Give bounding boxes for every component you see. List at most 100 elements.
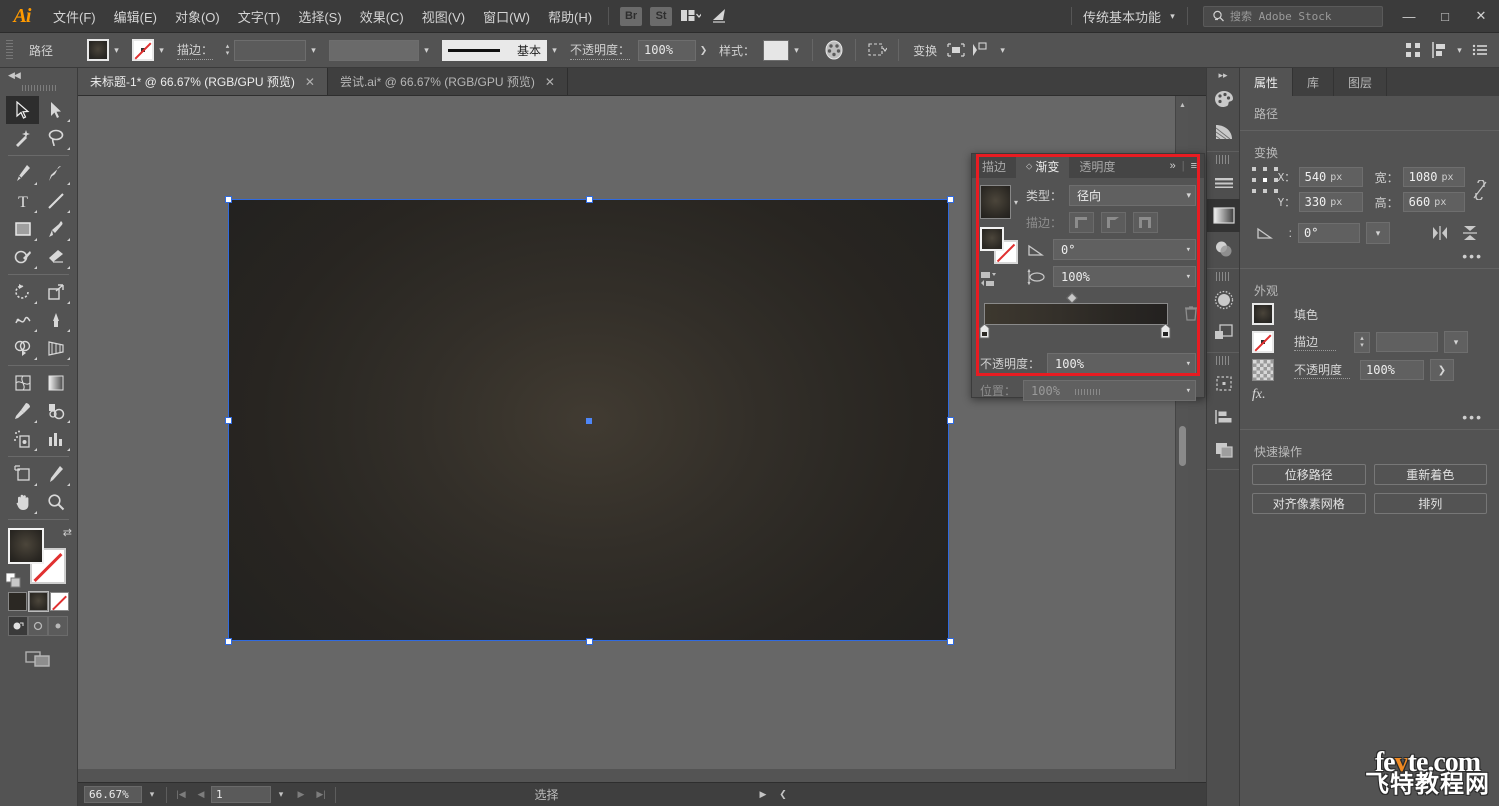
- menu-effect[interactable]: 效果(C): [351, 0, 413, 33]
- stroke-weight-input[interactable]: [234, 39, 307, 61]
- gradient-midpoint-stop[interactable]: [1066, 292, 1078, 304]
- appearance-fill-swatch[interactable]: [1252, 303, 1274, 325]
- drawing-mode-behind-button[interactable]: [28, 616, 48, 636]
- variable-width-chevron-down-icon[interactable]: ▾: [419, 39, 434, 61]
- selection-handle-middle-right[interactable]: [947, 417, 954, 424]
- graphic-styles-panel-icon[interactable]: [1207, 316, 1241, 349]
- free-transform-tool[interactable]: [39, 306, 72, 334]
- stroke-gradient-along-button[interactable]: [1101, 212, 1127, 233]
- selection-handle-top-right[interactable]: [947, 196, 954, 203]
- previous-artboard-icon[interactable]: ◀: [191, 786, 211, 803]
- zoom-chevron-down-icon[interactable]: ▾: [142, 786, 162, 803]
- height-input[interactable]: 660 px: [1402, 192, 1465, 212]
- status-resize-icon[interactable]: ❮: [773, 786, 793, 803]
- options-menu-icon[interactable]: [1467, 38, 1493, 62]
- document-tab-changshi[interactable]: 尝试.ai* @ 66.67% (RGB/GPU 预览) ✕: [327, 68, 568, 95]
- transform-panel-icon[interactable]: [1207, 367, 1241, 400]
- appearance-stroke-label[interactable]: 描边: [1294, 333, 1336, 351]
- canvas-horizontal-scrollbar[interactable]: [78, 769, 1188, 782]
- dock-collapse-icon[interactable]: ▸▸: [1207, 68, 1239, 82]
- color-mode-none-button[interactable]: [50, 592, 69, 611]
- gradient-stop-start[interactable]: [979, 324, 990, 339]
- stroke-weight-stepper[interactable]: ▴ ▾: [1354, 331, 1370, 353]
- shape-builder-tool[interactable]: [6, 334, 39, 362]
- toolbar-grip[interactable]: [20, 82, 57, 93]
- arrange-button[interactable]: 排列: [1373, 493, 1487, 514]
- tab-properties[interactable]: 属性: [1240, 68, 1294, 96]
- type-tool[interactable]: T: [6, 187, 39, 215]
- zoom-level-input[interactable]: 66.67%: [84, 786, 142, 803]
- zoom-tool[interactable]: [39, 488, 72, 516]
- menu-help[interactable]: 帮助(H): [539, 0, 601, 33]
- panel-menu-icon[interactable]: ≡: [1191, 160, 1197, 172]
- gradient-ramp-preview[interactable]: [984, 303, 1168, 325]
- dock-grip-1[interactable]: [1216, 155, 1230, 164]
- home-screen-icon[interactable]: [706, 8, 734, 24]
- gradient-slider[interactable]: [979, 292, 1198, 339]
- style-chevron-down-icon[interactable]: ▾: [789, 39, 804, 61]
- document-setup-chevron-down-icon[interactable]: ▾: [1452, 39, 1467, 61]
- gradient-preview-swatch[interactable]: [980, 185, 1011, 219]
- angle-chevron-down-icon[interactable]: ▾: [1366, 222, 1390, 244]
- search-adobe-stock-input[interactable]: 搜索 Adobe Stock: [1203, 5, 1383, 27]
- eraser-tool[interactable]: [39, 243, 72, 271]
- drawing-mode-inside-button[interactable]: [48, 616, 68, 636]
- stroke-weight-chevron-down-icon[interactable]: ▾: [1444, 331, 1468, 353]
- menu-select[interactable]: 选择(S): [289, 0, 350, 33]
- stroke-weight-chevron-down-icon[interactable]: ▾: [306, 39, 321, 61]
- menu-file[interactable]: 文件(F): [44, 0, 105, 33]
- window-minimize-button[interactable]: —: [1391, 4, 1427, 28]
- appearance-opacity-label[interactable]: 不透明度: [1294, 361, 1350, 379]
- isolate-chevron-down-icon[interactable]: ▾: [995, 39, 1010, 61]
- control-bar-grip[interactable]: [6, 40, 13, 60]
- artboard-number-input[interactable]: 1: [211, 786, 271, 803]
- tab-libraries[interactable]: 库: [1293, 68, 1335, 96]
- artboard-chevron-down-icon[interactable]: ▾: [271, 786, 291, 803]
- line-segment-tool[interactable]: [39, 187, 72, 215]
- status-menu-play-icon[interactable]: ▶: [753, 786, 773, 803]
- gradient-presets-chevron-down-icon[interactable]: ▾: [1014, 198, 1018, 207]
- recolor-button[interactable]: 重新着色: [1373, 464, 1487, 485]
- document-setup-icon[interactable]: [1426, 38, 1452, 62]
- blend-tool[interactable]: [39, 397, 72, 425]
- graphic-style-swatch[interactable]: [763, 39, 790, 61]
- selection-tool[interactable]: [6, 96, 39, 124]
- scroll-up-icon[interactable]: ▲: [1176, 98, 1188, 112]
- direct-selection-tool[interactable]: [39, 96, 72, 124]
- eyedropper-tool[interactable]: [6, 397, 39, 425]
- menu-object[interactable]: 对象(O): [166, 0, 229, 33]
- align-pixel-grid-button[interactable]: 对齐像素网格: [1252, 493, 1366, 514]
- slice-tool[interactable]: [39, 460, 72, 488]
- artboard-radial-gradient-rectangle[interactable]: [229, 200, 948, 640]
- close-icon[interactable]: ✕: [305, 75, 315, 89]
- menu-type[interactable]: 文字(T): [229, 0, 290, 33]
- gradient-angle-select[interactable]: 0° ▾: [1053, 239, 1196, 260]
- arrange-documents-icon[interactable]: [676, 9, 706, 23]
- drawing-mode-normal-button[interactable]: [8, 616, 28, 636]
- gradient-type-select[interactable]: 径向 ▾: [1069, 185, 1196, 206]
- appearance-opacity-input[interactable]: 100%: [1360, 360, 1424, 380]
- delete-stop-icon[interactable]: [1184, 305, 1198, 321]
- lock-aspect-ratio-icon[interactable]: [1473, 167, 1487, 213]
- tab-gradient[interactable]: ⬦ 渐变: [1016, 154, 1070, 178]
- x-input[interactable]: 540 px: [1298, 167, 1363, 187]
- gradient-panel-icon[interactable]: [1207, 199, 1241, 232]
- opacity-input[interactable]: 100%: [638, 39, 697, 61]
- y-input[interactable]: 330 px: [1298, 192, 1363, 212]
- appearance-more-options-icon[interactable]: •••: [1462, 409, 1483, 425]
- default-fill-stroke-icon[interactable]: [6, 573, 21, 588]
- add-effect-fx-button[interactable]: fx.: [1252, 387, 1266, 403]
- paintbrush-tool[interactable]: [39, 215, 72, 243]
- opacity-label[interactable]: 不透明度：: [570, 41, 631, 60]
- stock-button[interactable]: St: [650, 6, 673, 26]
- gradient-fill-swatch[interactable]: [980, 227, 1004, 251]
- pen-tool[interactable]: [6, 159, 39, 187]
- tab-transparency[interactable]: 透明度: [1069, 154, 1125, 178]
- appearance-stroke-swatch[interactable]: [1252, 331, 1274, 353]
- stroke-gradient-across-button[interactable]: [1133, 212, 1159, 233]
- rotate-angle-input[interactable]: 0°: [1298, 223, 1360, 243]
- symbol-sprayer-tool[interactable]: [6, 425, 39, 453]
- mesh-tool[interactable]: [6, 369, 39, 397]
- toolbar-collapse-icon[interactable]: ◀◀: [0, 68, 77, 82]
- gradient-tool[interactable]: [39, 369, 72, 397]
